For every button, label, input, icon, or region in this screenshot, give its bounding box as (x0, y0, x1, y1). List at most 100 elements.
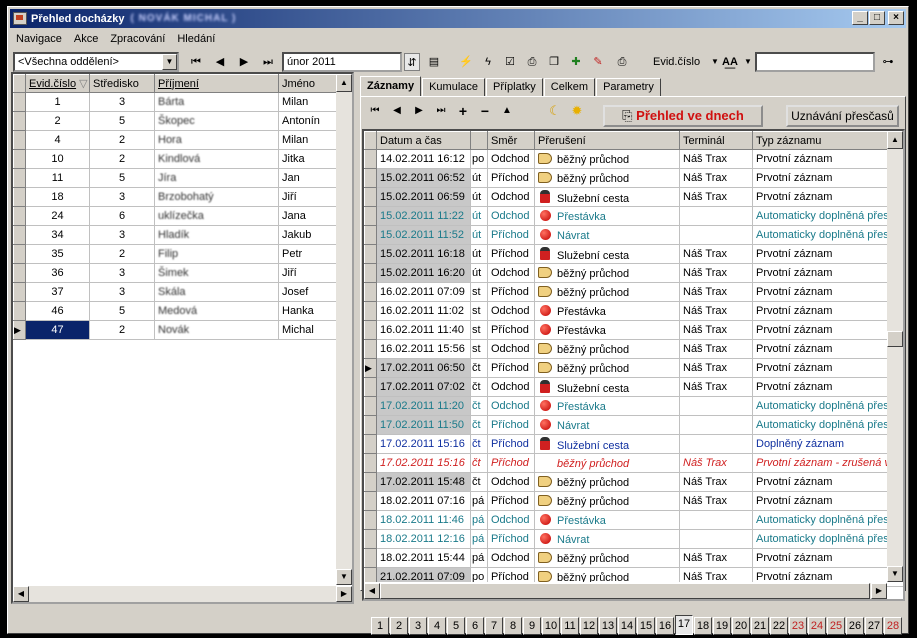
record-row[interactable]: 17.02.2011 11:20 čt Odchod Přestávka Automat… (364, 396, 903, 416)
day-button-6[interactable]: 6 (466, 617, 484, 635)
record-row[interactable]: 15.02.2011 16:18 út Příchod Služební cesta N… (364, 244, 903, 264)
add-icon[interactable]: + (455, 103, 471, 119)
menu-navigace[interactable]: Navigace (10, 33, 68, 45)
record-row[interactable]: 14.02.2011 16:12 po Odchod běžný průchod Náš… (364, 149, 903, 169)
employee-row[interactable]: ▶ 47 2 Novák Michal (13, 320, 337, 340)
records-scroll-up-icon[interactable]: ▲ (887, 131, 903, 149)
record-indicator[interactable] (364, 206, 377, 226)
record-indicator[interactable] (364, 263, 377, 283)
font-sort-dropdown-icon[interactable]: ▼ (740, 53, 756, 71)
print-icon[interactable]: ⎙ (614, 53, 630, 71)
col-typ-header[interactable]: Typ záznamu (752, 131, 903, 150)
record-row[interactable]: ▶ 17.02.2011 06:50 čt Příchod běžný průchod N… (364, 358, 903, 378)
day-button-3[interactable]: 3 (409, 617, 427, 635)
prehled-ve-dnech-button[interactable]: ⎘ Přehled ve dnech (603, 105, 763, 127)
employee-row[interactable]: 2 5 Škopec Antonín (13, 111, 337, 131)
record-row[interactable]: 17.02.2011 11:50 čt Příchod Návrat Automatic… (364, 415, 903, 435)
tab-celkem[interactable]: Celkem (543, 78, 596, 96)
row-indicator[interactable] (13, 282, 26, 302)
moon-icon[interactable]: ☾ (547, 103, 563, 119)
row-indicator[interactable] (13, 301, 26, 321)
records-vscroll-thumb[interactable] (887, 331, 903, 347)
record-row[interactable]: 15.02.2011 06:59 út Odchod Služební cesta Ná… (364, 187, 903, 207)
record-row[interactable]: 17.02.2011 15:16 čt Příchod běžný průchod Ná… (364, 453, 903, 473)
col-prijmeni-header[interactable]: Příjmení (154, 74, 279, 93)
day-button-13[interactable]: 13 (599, 617, 617, 635)
day-button-19[interactable]: 19 (713, 617, 731, 635)
records-scroll-left-icon[interactable]: ◀ (364, 583, 380, 599)
day-button-27[interactable]: 27 (865, 617, 883, 635)
font-sort-icon[interactable]: A͟A (722, 53, 738, 71)
day-button-17[interactable]: 17 (675, 615, 693, 635)
record-row[interactable]: 15.02.2011 11:52 út Příchod Návrat Automatic… (364, 225, 903, 245)
employee-row[interactable]: 37 3 Skála Josef (13, 282, 337, 302)
minimize-button[interactable]: _ (852, 11, 868, 25)
day-button-4[interactable]: 4 (428, 617, 446, 635)
record-row[interactable]: 17.02.2011 15:48 čt Odchod běžný průchod Náš… (364, 472, 903, 492)
day-button-22[interactable]: 22 (770, 617, 788, 635)
record-indicator[interactable] (364, 377, 377, 397)
row-indicator[interactable]: ▶ (13, 320, 26, 340)
department-select[interactable]: <Všechna oddělení> ▼ (13, 52, 179, 72)
row-indicator[interactable] (13, 111, 26, 131)
employee-row[interactable]: 18 3 Brzobohatý Jiří (13, 187, 337, 207)
col-terminal-header[interactable]: Terminál (679, 131, 753, 150)
employee-row[interactable]: 11 5 Jíra Jan (13, 168, 337, 188)
day-button-8[interactable]: 8 (504, 617, 522, 635)
menu-akce[interactable]: Akce (68, 33, 104, 45)
records-hscroll[interactable]: ◀ ▶ (364, 582, 887, 599)
row-indicator[interactable] (13, 225, 26, 245)
record-row[interactable]: 18.02.2011 12:16 pá Příchod Návrat Automatic… (364, 529, 903, 549)
record-row[interactable]: 18.02.2011 11:46 pá Odchod Přestávka Automat… (364, 510, 903, 530)
record-row[interactable]: 16.02.2011 11:40 st Příchod Přestávka Náš Tr… (364, 320, 903, 340)
record-indicator[interactable] (364, 339, 377, 359)
search-input[interactable] (755, 52, 875, 72)
record-indicator[interactable] (364, 415, 377, 435)
record-indicator[interactable] (364, 301, 377, 321)
employee-vscroll-track[interactable] (336, 92, 352, 585)
last-record-icon[interactable]: ⏭ (260, 53, 276, 71)
row-indicator[interactable] (13, 244, 26, 264)
search-go-icon[interactable]: ⊶ (878, 53, 898, 71)
record-row[interactable]: 16.02.2011 07:09 st Příchod běžný průchod Ná… (364, 282, 903, 302)
record-indicator[interactable] (364, 282, 377, 302)
day-button-7[interactable]: 7 (485, 617, 503, 635)
record-indicator[interactable] (364, 491, 377, 511)
employee-hscroll[interactable]: ◀ ▶ (13, 585, 352, 602)
record-indicator[interactable]: ▶ (364, 358, 377, 378)
day-button-14[interactable]: 14 (618, 617, 636, 635)
record-indicator[interactable] (364, 529, 377, 549)
record-row[interactable]: 16.02.2011 11:02 st Odchod Přestávka Náš Tra… (364, 301, 903, 321)
day-button-10[interactable]: 10 (542, 617, 560, 635)
record-row[interactable]: 17.02.2011 07:02 čt Odchod Služební cesta Ná… (364, 377, 903, 397)
col-stredisko-header[interactable]: Středisko (89, 74, 155, 93)
day-button-2[interactable]: 2 (390, 617, 408, 635)
scroll-down-icon[interactable]: ▼ (336, 569, 352, 585)
day-button-12[interactable]: 12 (580, 617, 598, 635)
records-scroll-down-icon[interactable]: ▼ (887, 566, 903, 582)
record-indicator[interactable] (364, 510, 377, 530)
record-row[interactable]: 15.02.2011 06:52 út Příchod běžný průchod Ná… (364, 168, 903, 188)
record-row[interactable]: 16.02.2011 15:56 st Odchod běžný průchod Náš… (364, 339, 903, 359)
chevron-down-icon[interactable]: ▼ (162, 54, 177, 70)
employee-row[interactable]: 34 3 Hladík Jakub (13, 225, 337, 245)
day-button-1[interactable]: 1 (371, 617, 389, 635)
first-icon[interactable]: ⏮ (367, 103, 383, 119)
record-indicator[interactable] (364, 396, 377, 416)
records-scroll-right-icon[interactable]: ▶ (871, 583, 887, 599)
prev-record-icon[interactable]: ◀ (212, 53, 228, 71)
day-button-16[interactable]: 16 (656, 617, 674, 635)
last-icon[interactable]: ⏭ (433, 103, 449, 119)
record-indicator[interactable] (364, 548, 377, 568)
row-indicator[interactable] (13, 263, 26, 283)
day-button-26[interactable]: 26 (846, 617, 864, 635)
record-row[interactable]: 17.02.2011 15:16 čt Příchod Služební cesta D… (364, 434, 903, 454)
col-jmeno-header[interactable]: Jméno (278, 74, 337, 93)
prev-icon[interactable]: ◀ (389, 103, 405, 119)
employee-row[interactable]: 24 6 uklízečka Jana (13, 206, 337, 226)
tab-priplatky[interactable]: Příplatky (486, 78, 543, 96)
record-indicator[interactable] (364, 168, 377, 188)
record-indicator[interactable] (364, 225, 377, 245)
calendar-icon[interactable]: ▤ (426, 53, 442, 71)
remove-icon[interactable]: − (477, 103, 493, 119)
